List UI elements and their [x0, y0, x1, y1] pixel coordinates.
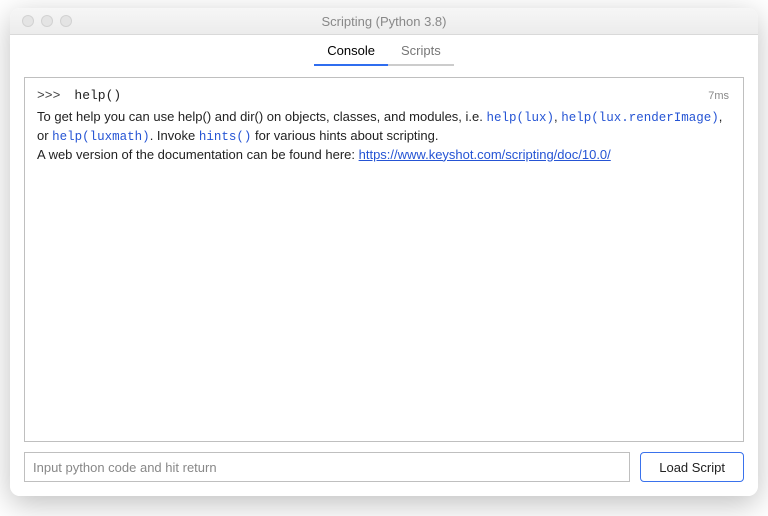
close-icon[interactable]: [22, 15, 34, 27]
tab-bar: Console Scripts: [10, 35, 758, 67]
load-script-button[interactable]: Load Script: [640, 452, 744, 482]
doc-text: A web version of the documentation can b…: [37, 147, 359, 162]
documentation-link[interactable]: https://www.keyshot.com/scripting/doc/10…: [359, 147, 611, 162]
tab-console[interactable]: Console: [314, 39, 388, 66]
help-text-segment: . Invoke: [150, 128, 199, 143]
maximize-icon[interactable]: [60, 15, 72, 27]
content-area: 7ms >>> help() To get help you can use h…: [10, 67, 758, 496]
prompt: >>>: [37, 88, 60, 103]
help-text-segment: for various hints about scripting.: [251, 128, 438, 143]
tab-scripts[interactable]: Scripts: [388, 39, 454, 66]
bottom-bar: Load Script: [24, 452, 744, 482]
window-title: Scripting (Python 3.8): [10, 14, 758, 29]
help-output: To get help you can use help() and dir()…: [37, 108, 731, 163]
help-example: help(luxmath): [52, 130, 150, 144]
minimize-icon[interactable]: [41, 15, 53, 27]
help-example: help(lux.renderImage): [561, 111, 719, 125]
scripting-window: Scripting (Python 3.8) Console Scripts 7…: [10, 8, 758, 496]
python-input[interactable]: [24, 452, 630, 482]
help-example: hints(): [199, 130, 252, 144]
traffic-lights: [10, 15, 72, 27]
titlebar: Scripting (Python 3.8): [10, 8, 758, 35]
help-text-segment: To get help you can use help() and dir()…: [37, 109, 486, 124]
console-output: 7ms >>> help() To get help you can use h…: [24, 77, 744, 442]
execution-time: 7ms: [708, 90, 729, 102]
help-example: help(lux): [486, 111, 554, 125]
command-text: help(): [74, 88, 121, 103]
command-line: >>> help(): [37, 88, 731, 103]
